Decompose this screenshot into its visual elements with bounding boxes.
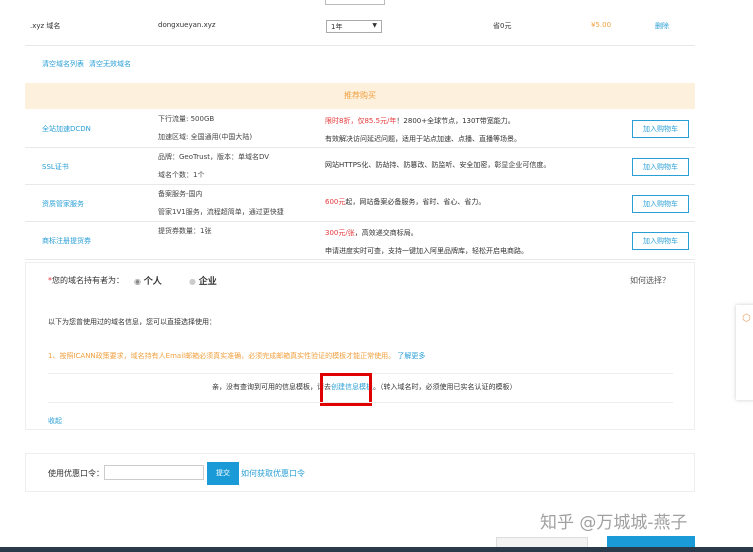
how-choose-link[interactable]: 如何选择？ [630,275,670,286]
coupon-help-link[interactable]: 如何获取优惠口令 [241,468,305,479]
product-spec: 管家1V1服务，流程超简单，通过更快捷 [158,208,284,216]
add-to-cart-button[interactable]: 加入购物车 [632,157,689,176]
holder-label-wrap: *您的域名持有者为： [48,275,124,286]
radio-personal[interactable]: ◉ 个人 [134,274,162,287]
watermark: 知乎 @万城城-燕子 [540,513,688,533]
clear-list-link[interactable]: 清空域名列表 [42,59,84,69]
product-row: SSL证书 品牌：GeoTrust，版本：单域名DV 域名个数：1个 网站HTT… [25,148,695,185]
product-spec: 提货券数量：1张 [158,227,212,235]
radio-company-label: 企业 [198,277,217,287]
product-spec: 加速区域: 全国通用(中国大陆) [158,133,253,141]
learn-more-link[interactable]: 了解更多 [397,352,425,360]
domain-name: dongxueyan.xyz [158,21,216,29]
product-row: 全站加速DCDN 下行流量: 500GB 加速区域: 全国通用(中国大陆) 限时… [25,110,695,148]
product-desc-text: 起，网站备案必备服务，省时、省心、省力。 [345,198,486,206]
product-desc-text: ，高效递交商标局。 [354,229,418,237]
radio-personal-label: 个人 [143,277,162,287]
product-spec: 下行流量: 500GB [158,115,215,123]
product-name[interactable]: 商标注册提货券 [42,236,91,246]
radio-checked-icon: ◉ [134,277,144,286]
chevron-down-icon: ▼ [372,22,377,29]
submit-button[interactable]: 提交 [207,462,239,485]
domain-type: .xyz 域名 [30,22,61,30]
holder-section: *您的域名持有者为： ◉ 个人 ● 企业 如何选择？ 以下为您曾使用过的域名信息… [25,262,695,430]
submit-label: 提交 [216,469,230,477]
period-select[interactable]: 1年 ▼ [326,20,382,33]
empty-suffix: 。（转入域名时，必须使用已实名认证的模板） [373,383,517,391]
product-desc: 600元起，网站备案必备服务，省时、省心、省力。 [325,197,485,207]
coupon-input[interactable] [104,465,204,480]
add-to-cart-button[interactable]: 加入购物车 [632,194,689,213]
prev-period-select[interactable] [325,0,385,5]
product-highlight: 600元 [325,198,346,206]
product-desc-text: ！2800+全球节点，130T带宽能力。 [396,117,515,125]
taskbar [0,547,753,552]
price: ¥5.00 [591,21,612,29]
collapse-link[interactable]: 收起 [48,416,62,426]
product-desc-line2: 申请进度实时可查，支持一键加入阿里品牌库，轻松开启电商路。 [325,247,528,255]
product-spec: 域名个数：1个 [158,171,205,179]
product-desc: 300元/张，高效递交商标局。 [325,228,418,238]
domain-row: .xyz 域名 dongxueyan.xyz 1年 ▼ 省0元 ¥5.00 删除 [25,8,695,46]
product-spec: 品牌：GeoTrust，版本：单域名DV [158,153,270,161]
product-name[interactable]: 全站加速DCDN [42,124,91,134]
delete-link[interactable]: 删除 [655,21,669,31]
period-value: 1年 [331,23,343,31]
side-help-widget[interactable]: ⬡ [736,305,753,400]
recommend-banner: 推荐购买 [25,83,695,109]
product-name[interactable]: SSL证书 [42,162,69,172]
clear-invalid-link[interactable]: 清空无效域名 [89,59,131,69]
product-desc: 网站HTTPS化、防劫持、防篡改、防监听、安全加密，彰显企业可信度。 [325,160,550,170]
product-row: 资质管家服务 备案服务-国内 管家1V1服务，流程超简单，通过更快捷 600元起… [25,185,695,222]
recommend-title: 推荐购买 [344,91,376,100]
product-desc: 限时8折，仅85.5元/年！2800+全球节点，130T带宽能力。 [325,116,515,126]
coupon-label: 使用优惠口令： [48,469,104,478]
add-to-cart-button[interactable]: 加入购物车 [632,232,689,250]
help-icon: ⬡ [742,313,751,324]
radio-company[interactable]: ● 企业 [189,274,217,287]
holder-label: 您的域名持有者为： [52,276,124,285]
icann-notice: 1、按照ICANN政策要求，域名持有人Email邮箱必须真实准确，必须完成邮箱真… [48,351,425,361]
product-desc-text: 网站HTTPS化、防劫持、防篡改、防监听、安全加密，彰显企业可信度。 [325,161,551,169]
product-desc-line2: 有效解决访问延迟问题，适用于站点加速、点播、直播等场景。 [325,135,521,143]
divider [48,402,673,403]
product-highlight: 300元/张 [325,229,355,237]
discount: 省0元 [493,22,512,30]
product-highlight: 限时8折，仅85.5元/年 [325,117,397,125]
coupon-section: 使用优惠口令： 提交 如何获取优惠口令 [25,453,695,492]
product-row: 商标注册提货券 提货券数量：1张 300元/张，高效递交商标局。 申请进度实时可… [25,222,695,260]
notice-text: 1、按照ICANN政策要求，域名持有人Email邮箱必须真实准确，必须完成邮箱真… [48,352,396,360]
intro-text: 以下为您曾使用过的域名信息，您可以直接选择使用： [48,318,216,326]
product-spec: 备案服务-国内 [158,190,203,198]
product-name[interactable]: 资质管家服务 [42,199,84,209]
empty-prefix: 亲，没有查询到可用的信息模板，请去 [212,383,331,391]
radio-empty-icon: ● [189,277,199,286]
add-to-cart-button[interactable]: 加入购物车 [632,120,689,138]
